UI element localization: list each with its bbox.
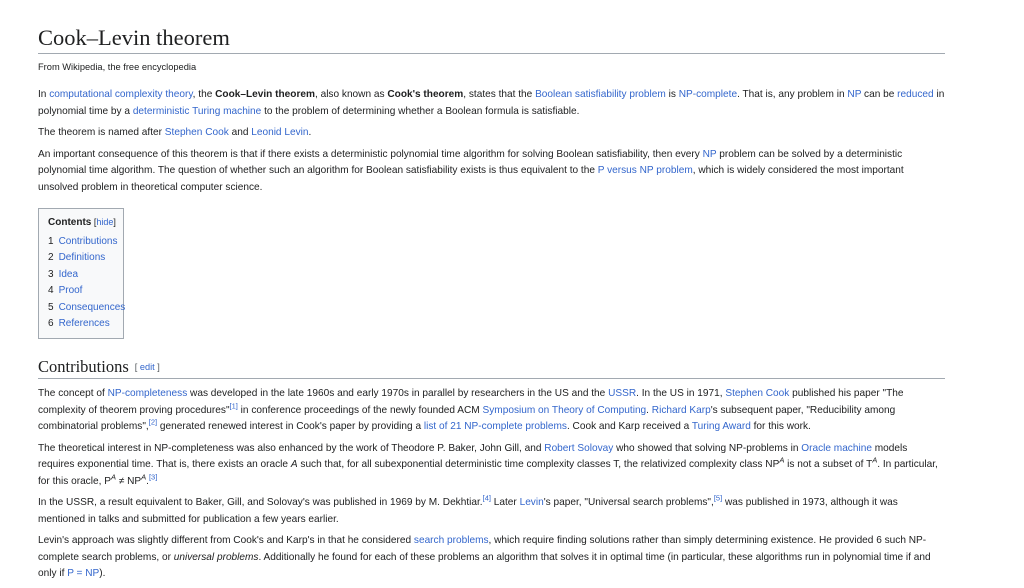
text: In the USSR, a result equivalent to Bake…	[38, 497, 483, 509]
reference-2[interactable]: [2]	[149, 418, 157, 427]
link-stephen-cook[interactable]: Stephen Cook	[725, 388, 789, 399]
contributions-paragraph-1: The concept of NP-completeness was devel…	[38, 386, 945, 436]
text: ≠ NP	[115, 475, 142, 487]
link-deterministic-turing-machine[interactable]: deterministic Turing machine	[133, 106, 261, 117]
text: is	[665, 89, 679, 100]
toc-title: Contents	[48, 217, 92, 228]
text: who showed that solving NP-problems in	[613, 442, 802, 454]
text: ).	[99, 568, 106, 580]
text: Later	[490, 497, 520, 509]
link-list-21-np-complete[interactable]: list of 21 NP-complete problems	[424, 421, 567, 432]
toc-number: 1	[48, 236, 54, 247]
link-reduced[interactable]: reduced	[897, 89, 933, 100]
toc-link[interactable]: Definitions	[59, 252, 106, 263]
reference-5[interactable]: [5]	[714, 494, 722, 503]
toc-item-references: 6 References	[48, 316, 111, 332]
toc-number: 2	[48, 252, 54, 264]
edit-bracket: ]	[154, 362, 160, 373]
page-title: Cook–Levin theorem	[38, 24, 945, 54]
link-np-completeness[interactable]: NP-completeness	[108, 388, 188, 399]
intro-paragraph-2: The theorem is named after Stephen Cook …	[38, 125, 945, 142]
link-richard-karp[interactable]: Richard Karp	[652, 405, 711, 416]
edit-section: [ edit ]	[135, 362, 160, 372]
link-turing-award[interactable]: Turing Award	[692, 421, 751, 432]
edit-link[interactable]: edit	[140, 362, 155, 372]
toc-bracket: ]	[113, 217, 116, 227]
link-np[interactable]: NP	[847, 89, 861, 100]
site-tagline: From Wikipedia, the free encyclopedia	[38, 62, 197, 72]
text: The theoretical interest in NP-completen…	[38, 442, 545, 454]
link-boolean-satisfiability[interactable]: Boolean satisfiability problem	[535, 89, 666, 100]
italic-variable: A	[290, 459, 298, 471]
toc-item-contributions: 1 Contributions	[48, 234, 117, 250]
reference-1[interactable]: [1]	[230, 402, 238, 411]
text: The concept of	[38, 388, 108, 400]
text: . In the US in 1971,	[636, 388, 726, 400]
text: 's paper, "Universal search problems",	[543, 497, 714, 509]
text: .	[308, 127, 312, 138]
text: to the problem of determining whether a …	[261, 105, 580, 117]
link-search-problems[interactable]: search problems	[414, 535, 489, 546]
text: generated renewed interest in Cook's pap…	[157, 421, 424, 433]
link-p-equals-np[interactable]: P = NP	[67, 568, 99, 579]
intro-paragraph-1: In computational complexity theory, the …	[38, 87, 945, 120]
text: , also known as	[314, 89, 388, 100]
italic-term: universal problems	[173, 551, 259, 563]
link-np[interactable]: NP	[703, 149, 717, 160]
toc-item-consequences: 5 Consequences	[48, 300, 125, 316]
text: in conference proceedings of the newly f…	[237, 404, 483, 416]
toc-link[interactable]: Contributions	[59, 236, 118, 247]
toc-link[interactable]: References	[59, 318, 110, 329]
toc-number: 4	[48, 285, 54, 297]
section-heading-contributions: Contributions [ edit ]	[38, 356, 945, 380]
link-np-complete[interactable]: NP-complete	[679, 89, 737, 100]
intro-paragraph-3: An important consequence of this theorem…	[38, 147, 945, 197]
text: such that, for all subexponential determ…	[297, 459, 780, 471]
toc-number: 6	[48, 318, 54, 330]
table-of-contents: Contents [hide] 1 Contributions 2 Definiti…	[38, 208, 125, 340]
link-stephen-cook[interactable]: Stephen Cook	[165, 127, 229, 138]
toc-number: 3	[48, 268, 54, 280]
text: was developed in the late 1960s and earl…	[187, 388, 609, 400]
link-computational-complexity-theory[interactable]: computational complexity theory	[49, 89, 192, 100]
link-oracle-machine[interactable]: Oracle machine	[801, 443, 872, 454]
text: An important consequence of this theorem…	[38, 148, 703, 160]
link-ussr[interactable]: USSR	[608, 388, 636, 399]
reference-3[interactable]: [3]	[149, 473, 157, 482]
toc-header: Contents [hide]	[48, 215, 116, 230]
text: In	[38, 89, 50, 100]
link-leonid-levin[interactable]: Leonid Levin	[251, 127, 308, 138]
toc-link[interactable]: Idea	[59, 269, 78, 280]
text: . That is, any problem in	[737, 89, 848, 100]
toc-item-definitions: 2 Definitions	[48, 250, 111, 266]
contributions-paragraph-2: The theoretical interest in NP-completen…	[38, 441, 945, 491]
toc-link[interactable]: Consequences	[59, 302, 126, 313]
article: Cook–Levin theorem From Wikipedia, the f…	[38, 24, 945, 588]
text: is not a subset of T	[784, 459, 873, 471]
text: for this work.	[750, 421, 811, 433]
contributions-paragraph-3: In the USSR, a result equivalent to Bake…	[38, 495, 945, 528]
section-title: Contributions	[38, 357, 129, 377]
bold-term: Cook–Levin theorem	[215, 89, 315, 100]
bold-term: Cook's theorem	[387, 89, 464, 100]
link-p-versus-np[interactable]: P versus NP problem	[598, 165, 693, 176]
reference-4[interactable]: [4]	[483, 494, 491, 503]
toc-item-idea: 3 Idea	[48, 267, 111, 283]
link-stoc[interactable]: Symposium on Theory of Computing	[483, 405, 647, 416]
text: can be	[861, 89, 898, 100]
text: Levin's approach was slightly different …	[38, 535, 414, 547]
text: The theorem is named after	[38, 127, 165, 138]
toc-item-proof: 4 Proof	[48, 283, 111, 299]
text: , states that the	[463, 89, 536, 100]
text: and	[228, 127, 252, 138]
toc-link[interactable]: Proof	[59, 285, 83, 296]
toc-number: 5	[48, 301, 54, 313]
text: , the	[192, 89, 216, 100]
link-levin[interactable]: Levin	[520, 497, 544, 508]
toc-hide-toggle[interactable]: hide	[96, 217, 113, 227]
text: . Cook and Karp received a	[566, 421, 692, 433]
link-robert-solovay[interactable]: Robert Solovay	[544, 443, 613, 454]
